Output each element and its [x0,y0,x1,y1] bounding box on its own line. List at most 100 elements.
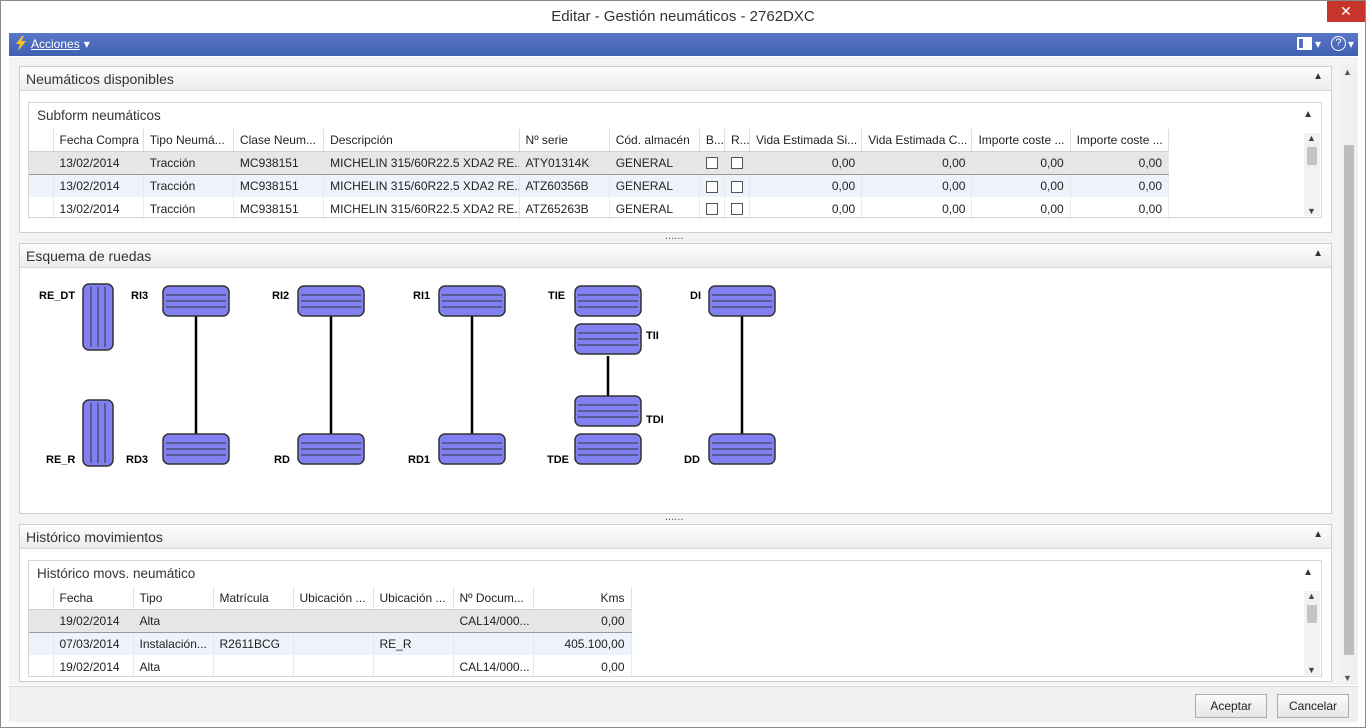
chevron-up-icon[interactable]: ▲ [1313,529,1323,540]
cell-fecha[interactable]: 13/02/2014 [53,174,144,197]
cell-vida-si[interactable]: 0,00 [749,150,863,175]
cell-matricula[interactable] [213,608,294,633]
table-row[interactable]: 13/02/2014 Tracción MC938151 MICHELIN 31… [29,197,1170,220]
scroll-down-icon[interactable]: ▼ [1307,665,1316,675]
cell-vida-si[interactable]: 0,00 [749,174,863,197]
table-row[interactable]: 07/03/2014 Instalación... R2611BCG RE_R … [29,632,632,655]
column-header[interactable]: Vida Estimada C... [861,129,973,152]
splitter-handle[interactable]: ...... [665,230,683,242]
cell-importe-1[interactable]: 0,00 [971,174,1071,197]
close-button[interactable]: ✕ [1327,1,1365,22]
cell-clase[interactable]: MC938151 [233,174,325,197]
cell-vida-c[interactable]: 0,00 [861,150,973,175]
scroll-up-icon[interactable]: ▲ [1343,67,1352,77]
help-button[interactable]: ? ▾ [1330,36,1354,51]
row-selector[interactable] [29,197,54,220]
row-selector[interactable] [29,174,54,197]
checkbox-b[interactable] [705,180,718,193]
cell-tipo[interactable]: Tracción [143,174,234,197]
wheel-di[interactable] [708,285,776,317]
cell-tipo[interactable]: Tracción [143,150,234,175]
cell-vida-si[interactable]: 0,00 [749,197,863,220]
scroll-up-icon[interactable]: ▲ [1307,133,1316,143]
cell-descripcion[interactable]: MICHELIN 315/60R22.5 XDA2 RE... [323,150,520,175]
cell-documento[interactable] [453,632,534,655]
accept-button[interactable]: Aceptar [1195,694,1267,718]
cell-fecha[interactable]: 07/03/2014 [53,632,134,655]
checkbox-b[interactable] [705,157,718,170]
table-row[interactable]: 19/02/2014 Alta CAL14/000... 0,00 [29,655,632,678]
wheel-dd[interactable] [708,433,776,465]
cell-ubicacion-1[interactable] [293,655,374,678]
column-header[interactable]: B... [699,129,725,152]
cell-tipo[interactable]: Tracción [143,197,234,220]
chevron-up-icon[interactable]: ▲ [1313,71,1323,82]
cell-tipo[interactable]: Alta [133,655,214,678]
cell-fecha[interactable]: 13/02/2014 [53,197,144,220]
wheel-ri2[interactable] [297,285,365,317]
cell-kms[interactable]: 405.100,00 [533,632,632,655]
cell-descripcion[interactable]: MICHELIN 315/60R22.5 XDA2 RE... [323,197,520,220]
table-row[interactable]: 19/02/2014 Alta CAL14/000... 0,00 [29,608,632,633]
column-header[interactable]: Importe coste ... [971,129,1071,152]
wheel-tdi[interactable] [574,395,642,427]
row-selector[interactable] [29,150,54,175]
wheel-rd[interactable] [297,433,365,465]
scrollbar-thumb[interactable] [1307,147,1317,165]
cell-importe-1[interactable]: 0,00 [971,197,1071,220]
cell-fecha[interactable]: 19/02/2014 [53,655,134,678]
scroll-up-icon[interactable]: ▲ [1307,591,1316,601]
cell-almacen[interactable]: GENERAL [609,197,700,220]
checkbox-r[interactable] [730,203,743,216]
cell-tipo[interactable]: Instalación... [133,632,214,655]
cell-kms[interactable]: 0,00 [533,655,632,678]
cancel-button[interactable]: Cancelar [1277,694,1349,718]
column-header[interactable]: Vida Estimada Si... [749,129,863,152]
table-row[interactable]: 13/02/2014 Tracción MC938151 MICHELIN 31… [29,150,1170,175]
cell-kms[interactable]: 0,00 [533,608,632,633]
cell-almacen[interactable]: GENERAL [609,174,700,197]
cell-ubicacion-2[interactable] [373,608,454,633]
cell-importe-1[interactable]: 0,00 [971,150,1071,175]
column-header[interactable]: Fecha Compra [53,129,144,152]
cell-vida-c[interactable]: 0,00 [861,197,973,220]
column-header[interactable]: Kms [533,587,632,610]
cell-documento[interactable]: CAL14/000... [453,655,534,678]
row-selector[interactable] [29,655,54,678]
column-header[interactable]: Importe coste ... [1070,129,1170,152]
wheel-rd1[interactable] [438,433,506,465]
cell-importe-2[interactable]: 0,00 [1070,174,1170,197]
section-header[interactable]: Esquema de ruedas ▲ [20,244,1331,268]
wheel-rd3[interactable] [162,433,230,465]
row-selector[interactable] [29,632,54,655]
column-header[interactable]: R... [724,129,751,152]
column-header[interactable]: Tipo Neumá... [143,129,234,152]
section-header[interactable]: Neumáticos disponibles ▲ [20,67,1331,91]
checkbox-r[interactable] [730,157,743,170]
cell-vida-c[interactable]: 0,00 [861,174,973,197]
cell-ubicacion-1[interactable] [293,632,374,655]
column-header[interactable]: Descripción [323,129,520,152]
cell-clase[interactable]: MC938151 [233,150,325,175]
column-header[interactable]: Tipo [133,587,214,610]
cell-ubicacion-2[interactable]: RE_R [373,632,454,655]
column-header[interactable]: Nº Docum... [453,587,534,610]
checkbox-b[interactable] [705,203,718,216]
cell-ubicacion-2[interactable] [373,655,454,678]
cell-tipo[interactable]: Alta [133,608,214,633]
acciones-menu[interactable]: Acciones ▾ [15,36,90,51]
scroll-down-icon[interactable]: ▼ [1307,206,1316,216]
checkbox-r[interactable] [730,180,743,193]
cell-descripcion[interactable]: MICHELIN 315/60R22.5 XDA2 RE... [323,174,520,197]
wheel-re-dt[interactable] [82,283,114,351]
scrollbar-thumb[interactable] [1307,605,1317,623]
cell-fecha[interactable]: 13/02/2014 [53,150,144,175]
cell-matricula[interactable]: R2611BCG [213,632,294,655]
cell-almacen[interactable]: GENERAL [609,150,700,175]
cell-importe-2[interactable]: 0,00 [1070,197,1170,220]
splitter-handle[interactable]: ...... [665,511,683,523]
layout-toggle-button[interactable]: ▾ [1296,36,1321,51]
column-header[interactable]: Nº serie [519,129,610,152]
cell-serie[interactable]: ATZ65263B [519,197,610,220]
table-row[interactable]: 13/02/2014 Tracción MC938151 MICHELIN 31… [29,174,1170,197]
